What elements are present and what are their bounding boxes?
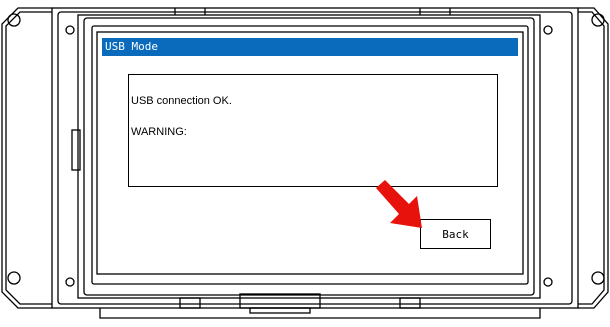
pointer-arrow-icon <box>376 180 422 228</box>
back-button-label: Back <box>442 227 469 241</box>
warning-message: WARNING: <box>131 126 187 138</box>
status-message: USB connection OK. <box>131 95 232 107</box>
window-titlebar: USB Mode <box>102 38 518 56</box>
window-title: USB Mode <box>105 40 158 53</box>
lcd-screen: USB Mode USB connection OK. WARNING: Bac… <box>102 38 520 268</box>
message-box: USB connection OK. WARNING: <box>128 74 498 187</box>
